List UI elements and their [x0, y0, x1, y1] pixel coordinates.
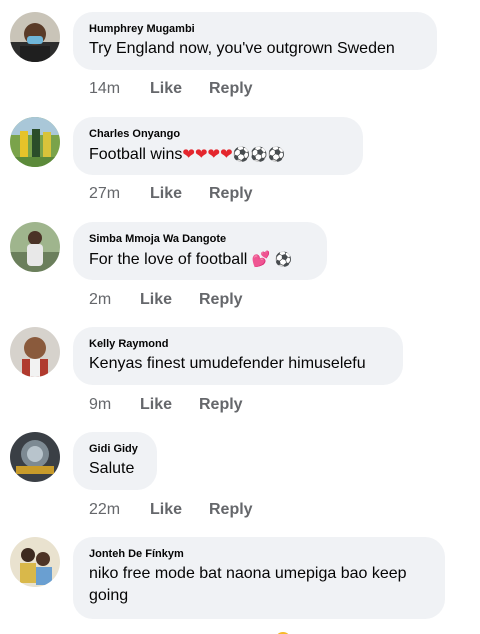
avatar[interactable] [10, 117, 60, 167]
avatar[interactable] [10, 432, 60, 482]
soccer-ball-icon: ⚽ [267, 146, 285, 162]
like-button[interactable]: Like [150, 184, 182, 204]
comment-author[interactable]: Charles Onyango [89, 127, 347, 141]
reply-button[interactable]: Reply [209, 500, 253, 520]
red-heart-icon: ❤ [220, 146, 233, 163]
reply-button[interactable]: Reply [199, 395, 243, 415]
avatar[interactable] [10, 222, 60, 272]
comment-text-row: Football wins❤❤❤❤⚽⚽⚽ [89, 143, 347, 166]
comment-author[interactable]: Jonteh De Fínkym [89, 547, 429, 561]
comment-text: Kenyas finest umudefender himuselefu [89, 355, 366, 372]
avatar[interactable] [10, 327, 60, 377]
comment-bubble: Gidi Gidy Salute [73, 432, 157, 490]
comment-time[interactable]: 22m [89, 500, 120, 520]
comment-text: Football wins [89, 146, 183, 163]
reply-button[interactable]: Reply [199, 290, 243, 310]
like-button[interactable]: Like [150, 79, 182, 99]
red-heart-icon: ❤ [207, 146, 221, 163]
red-heart-icon: ❤ [182, 146, 195, 163]
comment-time[interactable]: 27m [89, 184, 120, 204]
comment-bubble: Charles Onyango Football wins❤❤❤❤⚽⚽⚽ [73, 117, 363, 175]
red-heart-icon: ❤ [194, 146, 208, 163]
like-button[interactable]: Like [140, 290, 172, 310]
like-button[interactable]: Like [150, 500, 182, 520]
avatar[interactable] [10, 537, 60, 587]
soccer-ball-icon: ⚽ [274, 251, 293, 267]
reply-button[interactable]: Reply [209, 79, 253, 99]
reply-button[interactable]: Reply [209, 184, 253, 204]
comment-bubble: Humphrey Mugambi Try England now, you've… [73, 12, 437, 70]
next-actions-peek [0, 626, 480, 634]
soccer-ball-icon: ⚽ [250, 146, 268, 162]
comment-text-row: For the love of football 💕 ⚽ [89, 248, 311, 271]
comment-time[interactable]: 2m [89, 290, 111, 310]
comment-author[interactable]: Humphrey Mugambi [89, 22, 421, 36]
comment-text: niko free mode bat naona umepiga bao kee… [89, 565, 407, 604]
comment-text: Try England now, you've outgrown Sweden [89, 40, 395, 57]
love-hearts-icon: 💕 [251, 251, 271, 268]
comment-author[interactable]: Kelly Raymond [89, 337, 387, 351]
like-button[interactable]: Like [140, 395, 172, 415]
comment-bubble: Jonteh De Fínkym niko free mode bat naon… [73, 537, 445, 619]
avatar[interactable] [10, 12, 60, 62]
comment-text: For the love of football [89, 251, 248, 268]
comment-bubble: Kelly Raymond Kenyas finest umudefender … [73, 327, 403, 385]
comment-time[interactable]: 14m [89, 79, 120, 99]
comment-time[interactable]: 9m [89, 395, 111, 415]
comment-bubble: Simba Mmoja Wa Dangote For the love of f… [73, 222, 327, 280]
comment-author[interactable]: Simba Mmoja Wa Dangote [89, 232, 311, 246]
comment-author[interactable]: Gidi Gidy [89, 442, 141, 456]
soccer-ball-icon: ⚽ [232, 146, 251, 162]
comment-text: Salute [89, 460, 135, 477]
